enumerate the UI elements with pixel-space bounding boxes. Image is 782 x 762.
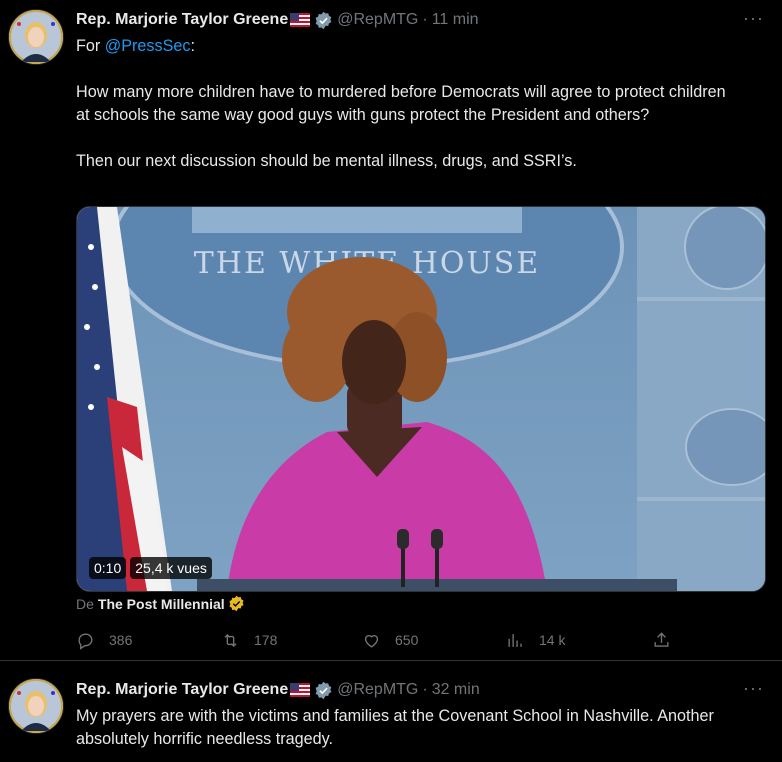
- author-name[interactable]: Rep. Marjorie Taylor Greene: [76, 681, 288, 699]
- more-options-icon[interactable]: ···: [743, 678, 764, 699]
- mention-link[interactable]: @PressSec: [105, 37, 191, 55]
- tweet-timestamp[interactable]: 11 min: [432, 11, 479, 29]
- separator-dot: ·: [422, 11, 428, 28]
- tweet-2[interactable]: Rep. Marjorie Taylor Greene @RepMTG · 32…: [0, 661, 782, 762]
- verified-badge-gold-icon: [229, 595, 244, 612]
- retweet-button[interactable]: 178: [221, 629, 277, 651]
- like-count: 650: [395, 632, 419, 648]
- video-frame: THE WHITE HOUSE: [77, 207, 765, 591]
- tweet-text-prefix: For: [76, 37, 105, 55]
- tweet-header: Rep. Marjorie Taylor Greene @RepMTG · 32…: [76, 678, 722, 702]
- tweet-text-suffix: :: [190, 37, 196, 55]
- author-name[interactable]: Rep. Marjorie Taylor Greene: [76, 11, 288, 29]
- tweet-paragraph-2: How many more children have to murdered …: [76, 83, 726, 124]
- us-flag-icon: [290, 683, 311, 697]
- share-icon: [654, 631, 669, 647]
- views-count: 14 k: [539, 632, 566, 648]
- source-prefix: De: [76, 595, 94, 612]
- verified-badge-icon: [315, 681, 332, 699]
- retweet-count: 178: [254, 632, 278, 648]
- retweet-icon: [224, 633, 237, 647]
- author-avatar[interactable]: [8, 9, 64, 65]
- embedded-video[interactable]: THE WHITE HOUSE 0:10 25,4 k vue: [76, 206, 766, 592]
- tweet-text: My prayers are with the victims and fami…: [76, 707, 714, 748]
- verified-badge-icon: [315, 11, 332, 29]
- us-flag-icon: [290, 13, 311, 27]
- reply-icon: [78, 632, 93, 650]
- more-options-icon[interactable]: ···: [743, 8, 764, 29]
- tweet-text: For @PressSec: How many more children ha…: [76, 35, 742, 173]
- tweet-actions: 386 178 650 14 k: [76, 629, 676, 651]
- tweet-header: Rep. Marjorie Taylor Greene @RepMTG · 11…: [76, 8, 722, 32]
- reply-button[interactable]: 386: [76, 629, 132, 651]
- tweet-timestamp[interactable]: 32 min: [432, 681, 480, 699]
- author-handle[interactable]: @RepMTG: [337, 11, 418, 29]
- author-handle[interactable]: @RepMTG: [337, 681, 418, 699]
- separator-dot: ·: [422, 681, 428, 698]
- video-duration: 0:10: [89, 557, 127, 579]
- media-source: De The Post Millennial: [76, 595, 249, 612]
- views-button[interactable]: 14 k: [506, 629, 565, 651]
- video-badges: 0:10 25,4 k vues: [89, 557, 212, 579]
- like-button[interactable]: 650: [362, 629, 418, 651]
- reply-count: 386: [109, 632, 133, 648]
- tweet-paragraph-3: Then our next discussion should be menta…: [76, 152, 577, 170]
- share-button[interactable]: [652, 629, 685, 651]
- views-chart-icon: [508, 633, 522, 647]
- source-account-link[interactable]: The Post Millennial: [98, 596, 225, 612]
- author-avatar[interactable]: [8, 678, 64, 734]
- heart-icon: [364, 634, 379, 648]
- tweet-1[interactable]: Rep. Marjorie Taylor Greene @RepMTG · 11…: [0, 0, 782, 661]
- video-views: 25,4 k vues: [130, 557, 212, 579]
